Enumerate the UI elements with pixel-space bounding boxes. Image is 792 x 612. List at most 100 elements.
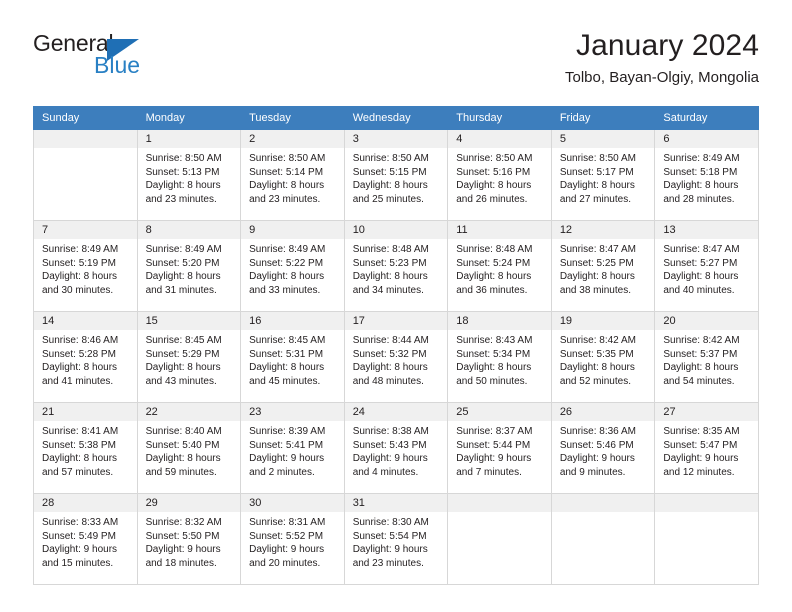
day-number: 4 <box>448 130 551 148</box>
sunrise-text: Sunrise: 8:47 AM <box>663 244 740 255</box>
sunrise-text: Sunrise: 8:32 AM <box>145 517 222 528</box>
day-number: 3 <box>344 130 448 148</box>
sunset-text: Sunset: 5:25 PM <box>559 257 634 269</box>
calendar-day-cell[interactable]: 11 Sunrise: 8:48 AM Sunset: 5:24 PM Dayligh… <box>447 220 552 312</box>
calendar-day-cell[interactable]: 28 Sunrise: 8:33 AM Sunset: 5:49 PM Dayligh… <box>33 493 138 585</box>
daylight-text-cont: and 18 minutes. <box>145 557 217 569</box>
day-number: 16 <box>241 312 344 330</box>
day-details: Sunrise: 8:43 AM Sunset: 5:34 PM Daylight:… <box>448 330 551 388</box>
calendar-day-cell[interactable]: 24 Sunrise: 8:38 AM Sunset: 5:43 PM Dayligh… <box>343 402 449 494</box>
calendar-day-cell[interactable]: 31 Sunrise: 8:30 AM Sunset: 5:54 PM Dayligh… <box>343 493 449 585</box>
sunrise-text: Sunrise: 8:50 AM <box>456 153 533 164</box>
day-details: Sunrise: 8:42 AM Sunset: 5:37 PM Daylight:… <box>655 330 758 388</box>
daylight-text-cont: and 38 minutes. <box>559 284 631 296</box>
calendar-day-cell[interactable]: 20 Sunrise: 8:42 AM Sunset: 5:37 PM Dayligh… <box>654 311 759 403</box>
daylight-text: Daylight: 8 hours <box>663 180 739 192</box>
sunrise-text: Sunrise: 8:40 AM <box>145 426 222 437</box>
daylight-text-cont: and 4 minutes. <box>352 466 419 478</box>
calendar-day-cell[interactable]: 8 Sunrise: 8:49 AM Sunset: 5:20 PM Daylight… <box>136 220 242 312</box>
sunrise-text: Sunrise: 8:31 AM <box>249 517 326 528</box>
day-number: 19 <box>551 312 655 330</box>
calendar-day-cell[interactable]: 29 Sunrise: 8:32 AM Sunset: 5:50 PM Dayligh… <box>136 493 242 585</box>
sunrise-text: Sunrise: 8:50 AM <box>249 153 326 164</box>
brand-logo: General Blue <box>33 28 163 90</box>
daylight-text: Daylight: 8 hours <box>663 271 739 283</box>
calendar-day-cell[interactable]: 5 Sunrise: 8:50 AM Sunset: 5:17 PM Daylight… <box>550 129 656 221</box>
calendar-day-cell[interactable]: 25 Sunrise: 8:37 AM Sunset: 5:44 PM Dayligh… <box>447 402 552 494</box>
sunrise-text: Sunrise: 8:49 AM <box>663 153 740 164</box>
calendar-day-cell[interactable]: 23 Sunrise: 8:39 AM Sunset: 5:41 PM Dayligh… <box>240 402 345 494</box>
calendar-day-cell[interactable]: 13 Sunrise: 8:47 AM Sunset: 5:27 PM Dayligh… <box>654 220 759 312</box>
calendar-day-cell[interactable]: 26 Sunrise: 8:36 AM Sunset: 5:46 PM Dayligh… <box>550 402 656 494</box>
daylight-text: Daylight: 9 hours <box>663 453 739 465</box>
day-details: Sunrise: 8:47 AM Sunset: 5:25 PM Daylight:… <box>552 239 655 297</box>
title-block: January 2024 Tolbo, Bayan-Olgiy, Mongoli… <box>565 28 759 86</box>
sunset-text: Sunset: 5:34 PM <box>456 348 531 360</box>
calendar-week-row: 7 Sunrise: 8:49 AM Sunset: 5:19 PM Daylight… <box>33 220 759 312</box>
calendar-week-row: 21 Sunrise: 8:41 AM Sunset: 5:38 PM Dayligh… <box>33 402 759 494</box>
day-details: Sunrise: 8:33 AM Sunset: 5:49 PM Daylight:… <box>34 512 137 570</box>
daylight-text: Daylight: 8 hours <box>456 362 532 374</box>
daylight-text-cont: and 36 minutes. <box>456 284 528 296</box>
day-number: 8 <box>137 221 241 239</box>
calendar-day-cell[interactable]: 6 Sunrise: 8:49 AM Sunset: 5:18 PM Daylight… <box>654 129 759 221</box>
calendar-day-cell[interactable]: 1 Sunrise: 8:50 AM Sunset: 5:13 PM Daylight… <box>136 129 242 221</box>
day-number: 6 <box>655 130 758 148</box>
calendar-day-cell[interactable]: 27 Sunrise: 8:35 AM Sunset: 5:47 PM Dayligh… <box>654 402 759 494</box>
calendar-day-cell[interactable]: 22 Sunrise: 8:40 AM Sunset: 5:40 PM Dayligh… <box>136 402 242 494</box>
calendar-day-cell[interactable]: 12 Sunrise: 8:47 AM Sunset: 5:25 PM Dayligh… <box>550 220 656 312</box>
calendar-day-cell[interactable]: 18 Sunrise: 8:43 AM Sunset: 5:34 PM Dayligh… <box>447 311 552 403</box>
day-details: Sunrise: 8:48 AM Sunset: 5:24 PM Daylight:… <box>448 239 551 297</box>
day-number: 28 <box>34 494 137 512</box>
day-number: 29 <box>137 494 241 512</box>
sunset-text: Sunset: 5:24 PM <box>456 257 531 269</box>
day-number <box>655 494 758 512</box>
sunrise-text: Sunrise: 8:30 AM <box>352 517 429 528</box>
daylight-text-cont: and 48 minutes. <box>352 375 424 387</box>
sunrise-text: Sunrise: 8:49 AM <box>249 244 326 255</box>
daylight-text: Daylight: 8 hours <box>145 453 221 465</box>
day-details: Sunrise: 8:39 AM Sunset: 5:41 PM Daylight:… <box>241 421 344 479</box>
daylight-text: Daylight: 9 hours <box>145 544 221 556</box>
daylight-text: Daylight: 8 hours <box>352 180 428 192</box>
daylight-text: Daylight: 8 hours <box>249 271 325 283</box>
calendar-day-cell[interactable]: 10 Sunrise: 8:48 AM Sunset: 5:23 PM Dayligh… <box>343 220 449 312</box>
sunrise-text: Sunrise: 8:42 AM <box>559 335 636 346</box>
calendar-day-cell[interactable]: 17 Sunrise: 8:44 AM Sunset: 5:32 PM Dayligh… <box>343 311 449 403</box>
calendar-day-cell[interactable]: 2 Sunrise: 8:50 AM Sunset: 5:14 PM Daylight… <box>240 129 345 221</box>
daylight-text: Daylight: 8 hours <box>559 271 635 283</box>
sunrise-text: Sunrise: 8:50 AM <box>352 153 429 164</box>
sunset-text: Sunset: 5:41 PM <box>249 439 324 451</box>
sunset-text: Sunset: 5:31 PM <box>249 348 324 360</box>
calendar-day-cell[interactable]: 30 Sunrise: 8:31 AM Sunset: 5:52 PM Dayligh… <box>240 493 345 585</box>
calendar-table: Sunday Monday Tuesday Wednesday Thursday… <box>33 106 759 585</box>
calendar-week-row: 28 Sunrise: 8:33 AM Sunset: 5:49 PM Dayligh… <box>33 493 759 585</box>
sunset-text: Sunset: 5:15 PM <box>352 166 427 178</box>
calendar-day-cell[interactable]: 7 Sunrise: 8:49 AM Sunset: 5:19 PM Daylight… <box>33 220 138 312</box>
calendar-week-row: 1 Sunrise: 8:50 AM Sunset: 5:13 PM Daylight… <box>33 129 759 221</box>
calendar-day-cell[interactable]: 3 Sunrise: 8:50 AM Sunset: 5:15 PM Daylight… <box>343 129 449 221</box>
daylight-text-cont: and 26 minutes. <box>456 193 528 205</box>
day-number <box>448 494 551 512</box>
calendar-header-row: Sunday Monday Tuesday Wednesday Thursday… <box>33 106 759 130</box>
daylight-text: Daylight: 8 hours <box>42 362 118 374</box>
calendar-day-cell[interactable]: 19 Sunrise: 8:42 AM Sunset: 5:35 PM Dayligh… <box>550 311 656 403</box>
sunrise-text: Sunrise: 8:44 AM <box>352 335 429 346</box>
sunset-text: Sunset: 5:23 PM <box>352 257 427 269</box>
sunset-text: Sunset: 5:35 PM <box>559 348 634 360</box>
day-details: Sunrise: 8:41 AM Sunset: 5:38 PM Daylight:… <box>34 421 137 479</box>
calendar-day-cell[interactable]: 14 Sunrise: 8:46 AM Sunset: 5:28 PM Dayligh… <box>33 311 138 403</box>
day-details: Sunrise: 8:38 AM Sunset: 5:43 PM Daylight:… <box>345 421 448 479</box>
calendar-day-cell[interactable]: 15 Sunrise: 8:45 AM Sunset: 5:29 PM Dayligh… <box>136 311 242 403</box>
daylight-text-cont: and 9 minutes. <box>559 466 626 478</box>
day-number: 10 <box>344 221 448 239</box>
daylight-text-cont: and 34 minutes. <box>352 284 424 296</box>
day-number: 21 <box>34 403 137 421</box>
page-title: January 2024 <box>575 29 759 62</box>
calendar-day-cell[interactable]: 4 Sunrise: 8:50 AM Sunset: 5:16 PM Daylight… <box>447 129 552 221</box>
calendar-day-cell[interactable]: 21 Sunrise: 8:41 AM Sunset: 5:38 PM Dayligh… <box>33 402 138 494</box>
calendar-day-cell[interactable]: 16 Sunrise: 8:45 AM Sunset: 5:31 PM Dayligh… <box>240 311 345 403</box>
daylight-text-cont: and 45 minutes. <box>249 375 321 387</box>
calendar-day-cell[interactable]: 9 Sunrise: 8:49 AM Sunset: 5:22 PM Daylight… <box>240 220 345 312</box>
day-number <box>551 494 655 512</box>
